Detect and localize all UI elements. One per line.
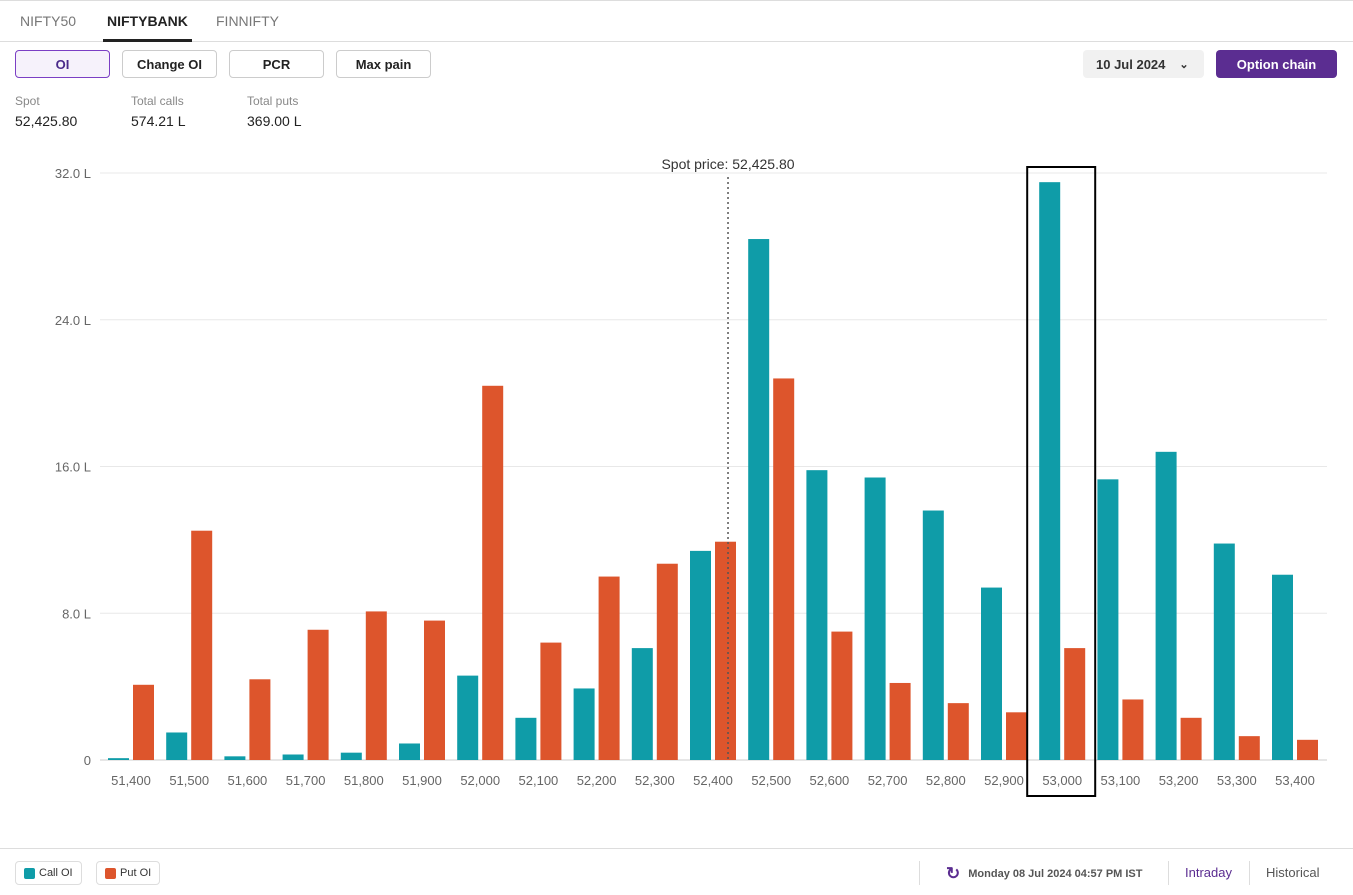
- legend-call-oi[interactable]: Call OI: [15, 861, 82, 885]
- put-oi-bar: [1122, 699, 1144, 760]
- call-oi-bar: [748, 239, 770, 761]
- call-oi-bar: [515, 717, 537, 760]
- call-oi-bar: [631, 648, 653, 760]
- footer: [0, 848, 1353, 895]
- x-tick-label: 51,700: [286, 773, 326, 788]
- x-tick-label: 52,700: [868, 773, 908, 788]
- put-oi-bar: [1238, 736, 1260, 760]
- call-oi-bar: [224, 756, 246, 760]
- intraday-link[interactable]: Intraday: [1185, 865, 1232, 880]
- put-oi-bar: [424, 620, 445, 760]
- x-tick-label: 52,900: [984, 773, 1024, 788]
- x-tick-label: 51,800: [344, 773, 384, 788]
- call-oi-bar: [1272, 574, 1293, 760]
- call-oi-bar: [806, 470, 828, 760]
- put-oi-bar: [1180, 717, 1202, 760]
- call-oi-bar: [108, 758, 129, 760]
- call-oi-bar: [864, 477, 886, 760]
- legend-put-label: Put OI: [120, 867, 152, 879]
- x-tick-label: 51,900: [402, 773, 442, 788]
- put-oi-bar: [773, 378, 795, 760]
- x-tick-label: 53,400: [1275, 773, 1315, 788]
- put-swatch: [105, 867, 116, 879]
- x-tick-label: 53,300: [1217, 773, 1257, 788]
- call-oi-bar: [981, 587, 1002, 760]
- call-oi-bar: [166, 732, 188, 760]
- y-tick-label: 0: [84, 753, 91, 768]
- legend-call-label: Call OI: [39, 867, 73, 879]
- x-tick-label: 51,500: [169, 773, 209, 788]
- put-oi-bar: [831, 631, 853, 760]
- put-oi-bar: [365, 611, 387, 760]
- x-tick-label: 53,100: [1101, 773, 1141, 788]
- y-tick-label: 32.0 L: [55, 166, 91, 181]
- put-oi-bar: [191, 530, 213, 760]
- put-oi-bar: [133, 684, 154, 760]
- call-oi-bar: [922, 510, 944, 760]
- x-tick-label: 52,200: [577, 773, 617, 788]
- call-oi-bar: [340, 752, 362, 760]
- x-tick-label: 52,300: [635, 773, 675, 788]
- put-oi-bar: [947, 703, 969, 760]
- refresh-icon[interactable]: ↻: [946, 864, 960, 884]
- call-oi-bar: [1039, 182, 1061, 760]
- x-tick-label: 52,500: [751, 773, 791, 788]
- put-oi-bar: [1297, 739, 1318, 760]
- call-oi-bar: [457, 675, 479, 760]
- put-oi-bar: [540, 642, 562, 760]
- x-tick-label: 52,400: [693, 773, 733, 788]
- put-oi-bar: [656, 563, 678, 760]
- call-oi-bar: [1097, 479, 1119, 760]
- divider: [1249, 861, 1250, 885]
- put-oi-bar: [598, 576, 620, 760]
- x-tick-label: 53,200: [1159, 773, 1199, 788]
- call-oi-bar: [1155, 451, 1177, 760]
- historical-link[interactable]: Historical: [1266, 865, 1319, 880]
- timestamp-text: Monday 08 Jul 2024 04:57 PM IST: [968, 868, 1143, 880]
- oi-chart: 0 8.0 L 16.0 L 24.0 L 32.0 L 51,400 51,500 51,6…: [55, 156, 1327, 797]
- x-tick-label: 52,800: [926, 773, 966, 788]
- call-oi-bar: [399, 743, 420, 760]
- y-tick-label: 16.0 L: [55, 460, 91, 475]
- put-oi-bar: [715, 541, 736, 760]
- put-oi-bar: [1064, 648, 1086, 760]
- put-oi-bar: [307, 629, 329, 760]
- put-oi-bar: [1006, 712, 1027, 760]
- x-tick-label: 51,400: [111, 773, 151, 788]
- x-tick-label: 53,000: [1042, 773, 1082, 788]
- timestamp: ↻ Monday 08 Jul 2024 04:57 PM IST: [946, 864, 1143, 884]
- x-tick-label: 52,600: [810, 773, 850, 788]
- y-tick-label: 8.0 L: [62, 606, 91, 621]
- call-oi-bar: [282, 754, 304, 760]
- divider: [919, 861, 920, 885]
- call-swatch: [24, 867, 35, 879]
- put-oi-bar: [249, 679, 271, 760]
- call-oi-bar: [573, 688, 595, 760]
- call-oi-bar: [690, 550, 711, 760]
- x-tick-label: 52,100: [519, 773, 559, 788]
- call-oi-bar: [1213, 543, 1235, 760]
- put-oi-bar: [889, 682, 911, 760]
- spot-price-label: Spot price: 52,425.80: [661, 156, 794, 172]
- x-tick-label: 52,000: [460, 773, 500, 788]
- x-tick-label: 51,600: [228, 773, 268, 788]
- y-tick-label: 24.0 L: [55, 313, 91, 328]
- legend-put-oi[interactable]: Put OI: [96, 861, 161, 885]
- put-oi-bar: [482, 385, 504, 760]
- divider: [1168, 861, 1169, 885]
